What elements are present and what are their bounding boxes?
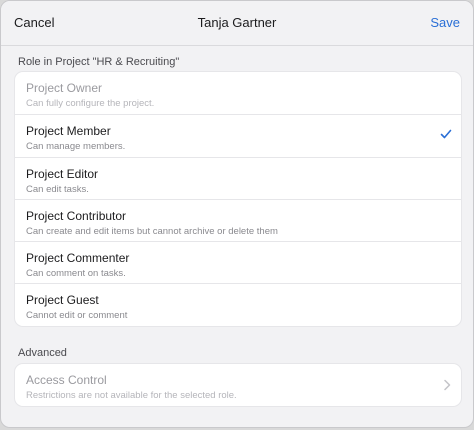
advanced-section-label: Advanced [18,347,67,359]
role-option-project-commenter[interactable]: Project Commenter Can comment on tasks. [15,241,461,283]
role-list: Project Owner Can fully configure the pr… [15,72,461,326]
access-control-row: Access Control Restrictions are not avai… [15,364,461,406]
member-role-sheet: Cancel Tanja Gartner Save Role in Projec… [0,0,474,428]
role-description: Cannot edit or comment [26,310,128,322]
role-description: Can edit tasks. [26,183,89,195]
role-option-project-editor[interactable]: Project Editor Can edit tasks. [15,156,461,199]
access-control-description: Restrictions are not available for the s… [26,390,237,401]
role-description: Can comment on tasks. [26,268,126,280]
role-title: Project Guest [26,293,99,308]
role-option-project-guest[interactable]: Project Guest Cannot edit or comment [15,283,461,325]
role-option-project-owner: Project Owner Can fully configure the pr… [15,72,461,114]
role-title: Project Editor [26,166,99,181]
role-title: Project Commenter [26,251,130,266]
save-button[interactable]: Save [430,15,460,30]
role-description: Can fully configure the project. [26,98,155,109]
role-title: Project Owner [26,81,103,95]
advanced-list: Access Control Restrictions are not avai… [15,364,461,406]
role-description: Can manage members. [26,141,126,153]
role-title: Project Contributor [26,208,127,223]
role-title: Project Member [26,124,111,139]
navigation-bar: Cancel Tanja Gartner Save [1,1,473,45]
header-divider [1,45,473,46]
role-option-project-member[interactable]: Project Member Can manage members. [15,114,461,156]
sheet-title: Tanja Gartner [197,15,277,30]
chevron-right-icon [444,379,451,391]
access-control-title: Access Control [26,373,107,387]
role-section-label: Role in Project "HR & Recruiting" [18,56,180,68]
checkmark-icon [440,129,452,139]
role-description: Can create and edit items but cannot arc… [26,225,278,237]
role-option-project-contributor[interactable]: Project Contributor Can create and edit … [15,198,461,241]
